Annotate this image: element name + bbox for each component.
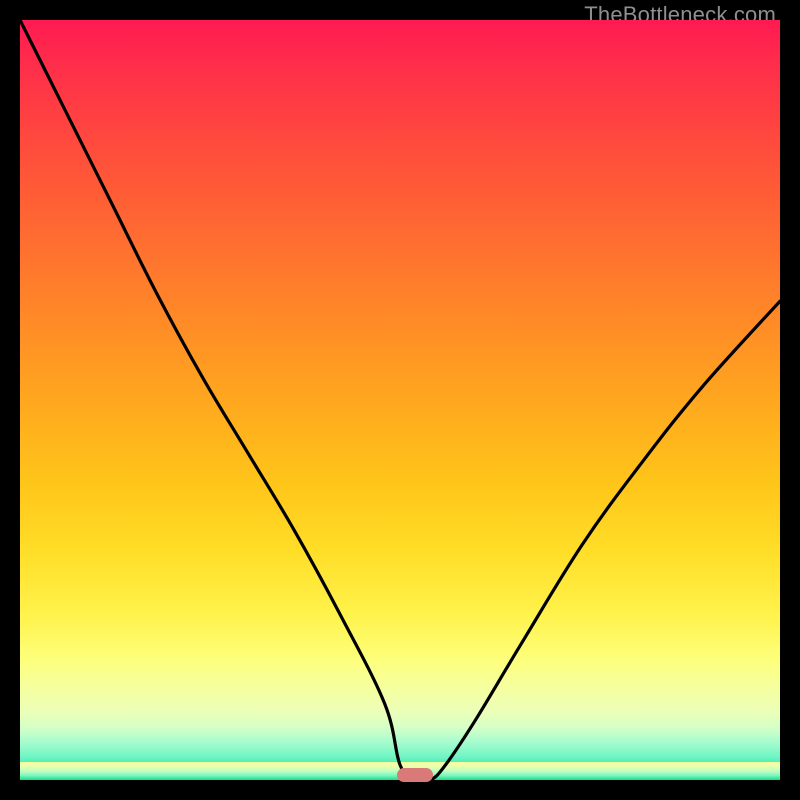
min-marker: [397, 768, 433, 782]
bottleneck-curve: [20, 20, 780, 782]
curve-svg: [20, 20, 780, 780]
plot-area: [20, 20, 780, 780]
chart-frame: TheBottleneck.com: [0, 0, 800, 800]
